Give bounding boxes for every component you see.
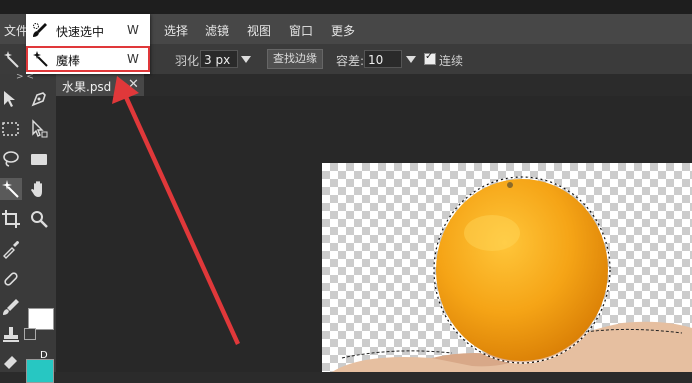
refine-edge-button[interactable]: 查找边缘 [267, 49, 323, 69]
feather-dropdown-icon[interactable] [241, 56, 251, 63]
document-tabs: 水果.psd ✕ [56, 74, 692, 96]
swap-colors-icon[interactable] [24, 328, 36, 340]
menu-item-label: 魔棒 [56, 54, 81, 68]
current-tool-wand-icon[interactable] [2, 49, 22, 69]
pen-tool-icon[interactable] [28, 88, 50, 110]
zoom-tool-icon[interactable] [28, 208, 50, 230]
menu-file[interactable]: 文件 [4, 22, 28, 39]
move-tool-icon[interactable] [0, 88, 22, 110]
marquee-tool-icon[interactable] [0, 118, 22, 140]
tab-label: 水果.psd [62, 80, 112, 94]
eraser-tool-icon[interactable] [0, 350, 22, 372]
document-canvas[interactable] [322, 163, 692, 372]
tab-fruit-psd[interactable]: 水果.psd ✕ [56, 74, 144, 96]
menu-filter[interactable]: 滤镜 [205, 22, 229, 39]
menu-item-quick-select[interactable]: 快速选中 W [26, 17, 150, 43]
hand-tool-icon[interactable] [28, 178, 50, 200]
menu-more[interactable]: 更多 [331, 22, 355, 39]
selection-tool-flyout: 快速选中 W 魔棒 W [26, 14, 150, 74]
crop-tool-icon[interactable] [0, 208, 22, 230]
quick-select-brush-icon [32, 22, 48, 38]
menu-item-shortcut: W [127, 23, 139, 37]
title-bar [0, 0, 692, 14]
close-icon[interactable]: ✕ [128, 77, 139, 92]
foreground-color-swatch[interactable] [28, 308, 54, 330]
tolerance-dropdown-icon[interactable] [406, 56, 416, 63]
lasso-tool-icon[interactable] [0, 148, 22, 170]
menu-item-shortcut: W [127, 52, 139, 66]
shape-tool-icon[interactable] [28, 148, 50, 170]
menu-select[interactable]: 选择 [164, 22, 188, 39]
orange-image [332, 176, 692, 372]
feather-label: 羽化: [175, 54, 204, 68]
healing-brush-tool-icon[interactable] [0, 268, 22, 290]
brush-tool-icon[interactable] [0, 296, 22, 318]
menu-item-magic-wand[interactable]: 魔棒 W [26, 46, 150, 72]
stamp-tool-icon[interactable] [0, 324, 22, 346]
tolerance-input[interactable]: 10 [364, 50, 402, 68]
path-select-tool-icon[interactable] [28, 118, 50, 140]
tolerance-label: 容差: [336, 54, 365, 68]
feather-input[interactable]: 3 px [200, 50, 238, 68]
magic-wand-tool-icon[interactable] [0, 178, 22, 200]
magic-wand-icon [32, 51, 48, 67]
contiguous-label: 连续 [439, 54, 464, 68]
menu-view[interactable]: 视图 [247, 22, 271, 39]
menu-item-label: 快速选中 [56, 25, 105, 39]
tools-panel: > < D [0, 72, 56, 383]
background-color-swatch[interactable] [26, 359, 54, 383]
eyedropper-tool-icon[interactable] [0, 238, 22, 260]
contiguous-checkbox[interactable] [424, 51, 436, 65]
menu-window[interactable]: 窗口 [289, 22, 313, 39]
